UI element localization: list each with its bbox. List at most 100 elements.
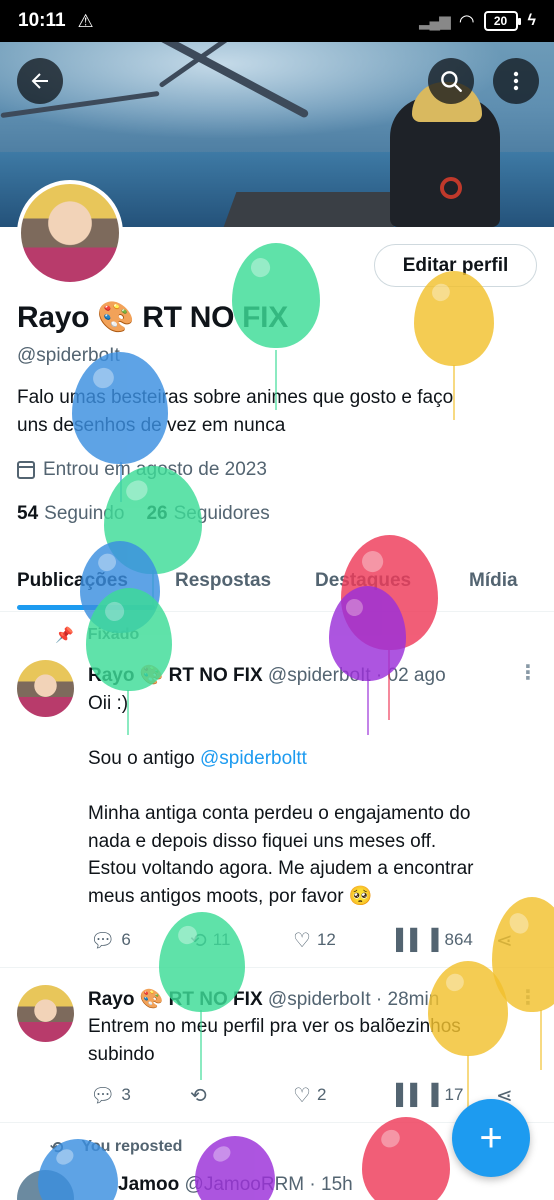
pinned-label: Fixado (87, 626, 140, 643)
pinned-indicator: 📌 Fixado (55, 626, 139, 644)
reply-icon: 💬︎ (90, 929, 116, 952)
share-button[interactable]: ⋖ (496, 928, 513, 953)
warning-icon: ⚠ (77, 10, 94, 31)
repost-icon: ⟲ (190, 929, 207, 952)
repost-icon: ⟲ (190, 1084, 207, 1107)
signal-icon: ▂▄▆ (418, 13, 451, 30)
tab-replies[interactable]: Respostas (175, 570, 271, 592)
tweet-author-name[interactable]: Jamoo (118, 1174, 179, 1195)
views-icon: ▌▌▐ (396, 1083, 439, 1106)
tweet-text[interactable]: Oii :) Sou o antigo @spiderboltt Minha a… (88, 690, 528, 910)
following-count: 54 (17, 503, 39, 524)
display-name: Rayo 🎨 RT NO FIX (17, 301, 288, 334)
like-count: 12 (316, 930, 336, 949)
tweet-avatar[interactable] (17, 660, 74, 717)
tweet-more-icon[interactable]: ⋮ (518, 985, 538, 1010)
views-icon: ▌▌▐ (396, 928, 439, 951)
views-button[interactable]: ▌▌▐ 17 (396, 1084, 463, 1107)
tab-posts[interactable]: Publicações (17, 570, 128, 592)
share-icon: ⋖ (496, 929, 513, 952)
more-vertical-icon (513, 71, 519, 91)
wifi-icon: ◠ (459, 10, 474, 31)
views-button[interactable]: ▌▌▐ 864 (396, 929, 473, 952)
tab-highlights[interactable]: Destaques (315, 570, 411, 592)
profile-handle: @spiderboIt (17, 345, 120, 366)
status-bar: 10:11 ⚠ ▂▄▆ ◠ 20 ϟ (0, 0, 554, 42)
tweet-more-icon[interactable]: ⋮ (518, 660, 538, 685)
battery-icon: 20 (483, 11, 521, 31)
follow-stats: 54 Seguindo 26 Seguidores (17, 503, 270, 525)
tweet-line: Oii :) (88, 693, 129, 714)
tweet-line: nada e depois disso fiquei uns meses off… (88, 830, 437, 852)
edit-profile-button[interactable]: Editar perfil (374, 244, 537, 287)
calendar-icon (17, 461, 35, 479)
tweet-text[interactable]: Entrem no meu perfil pra ver os balõezin… (88, 1013, 528, 1068)
tweet-divider (0, 967, 554, 968)
tweet-line: Estou voltando agora. Me ajudem a encont… (88, 858, 474, 879)
banner-character-mark (440, 177, 462, 199)
tweet-actions: 💬︎ 6 ⟲ 11 ♡ 12 ▌▌▐ 864 ⋖ (88, 928, 528, 952)
repost-indicator: ⟲ You reposted (50, 1138, 182, 1158)
tweet-line: Minha antiga conta perdeu o engajamento … (88, 803, 471, 824)
like-button[interactable]: ♡ 2 (293, 1083, 326, 1108)
tweet-author-name[interactable]: Rayo 🎨 RT NO FIX (88, 989, 263, 1010)
joined-text: Entrou em agosto de 2023 (43, 459, 267, 480)
reply-button[interactable]: 💬︎ 3 (90, 1083, 131, 1108)
tweet-header: Jamoo @JamooRRM · 15h (118, 1174, 353, 1196)
pin-icon: 📌 (55, 627, 74, 644)
tweet-meta: @spiderboIt · 28min (267, 989, 440, 1010)
heart-icon: ♡ (293, 929, 311, 952)
back-button[interactable] (17, 58, 63, 104)
tab-media[interactable]: Mídia (469, 570, 518, 592)
plus-icon: + (479, 1115, 503, 1160)
heart-icon: ♡ (293, 1084, 311, 1107)
search-icon (441, 71, 462, 92)
reply-count: 3 (121, 1085, 131, 1104)
tweet-header: Rayo 🎨 RT NO FIX @spiderboIt · 02 ago (88, 663, 446, 687)
banner-dock (223, 192, 407, 227)
following-link[interactable]: 54 Seguindo (17, 503, 124, 525)
following-label: Seguindo (44, 503, 125, 524)
balloon-string (540, 1010, 542, 1070)
tweet-meta: @spiderboIt · 02 ago (267, 665, 446, 686)
tweet-line-text: Sou o antigo (88, 748, 200, 769)
search-button[interactable] (428, 58, 474, 104)
like-button[interactable]: ♡ 12 (293, 928, 336, 953)
tweet-actions: 💬︎ 3 ⟲ ♡ 2 ▌▌▐ 17 ⋖ (88, 1083, 528, 1107)
active-tab-indicator (17, 605, 155, 610)
views-count: 17 (444, 1085, 464, 1104)
tweet-line: meus antigos moots, por favor 🥺 (88, 885, 373, 907)
tweet-avatar[interactable] (17, 985, 74, 1042)
tweet-avatar[interactable] (17, 1170, 74, 1200)
like-count: 2 (316, 1085, 327, 1104)
tweet-header: Rayo 🎨 RT NO FIX @spiderboIt · 28min (88, 987, 439, 1011)
tweet-meta: @JamooRRM · 15h (184, 1174, 353, 1195)
tweet-author-name[interactable]: Rayo 🎨 RT NO FIX (88, 665, 263, 686)
tweet-line: subindo (88, 1043, 155, 1065)
status-icons: ▂▄▆ ◠ 20 ϟ (419, 11, 536, 32)
joined-date: Entrou em agosto de 2023 (17, 459, 267, 481)
bio-line: uns desenhos de vez em nunca (17, 415, 286, 436)
repost-count: 11 (212, 930, 231, 949)
reply-icon: 💬︎ (90, 1084, 116, 1107)
repost-small-icon: ⟲ (50, 1140, 64, 1157)
followers-label: Seguidores (173, 503, 270, 524)
charging-icon: ϟ (527, 12, 536, 29)
profile-avatar[interactable] (17, 180, 123, 286)
repost-button[interactable]: ⟲ 11 (190, 928, 230, 953)
back-arrow-icon (31, 73, 48, 89)
repost-button[interactable]: ⟲ (190, 1083, 207, 1108)
balloon-red (362, 1117, 450, 1200)
followers-count: 26 (146, 503, 168, 524)
profile-bio: Falo umas besteiras sobre animes que gos… (17, 384, 517, 440)
reply-button[interactable]: 💬︎ 6 (90, 928, 131, 953)
tweet-line: Sou o antigo @spiderboltt (88, 745, 528, 773)
mention-link[interactable]: @spiderboltt (200, 748, 307, 769)
battery-level: 20 (493, 14, 508, 28)
tweet-line: Entrem no meu perfil pra ver os balõezin… (88, 1016, 461, 1037)
compose-button[interactable]: + (452, 1099, 530, 1177)
more-options-button[interactable] (493, 58, 539, 104)
followers-link[interactable]: 26 Seguidores (146, 503, 269, 525)
